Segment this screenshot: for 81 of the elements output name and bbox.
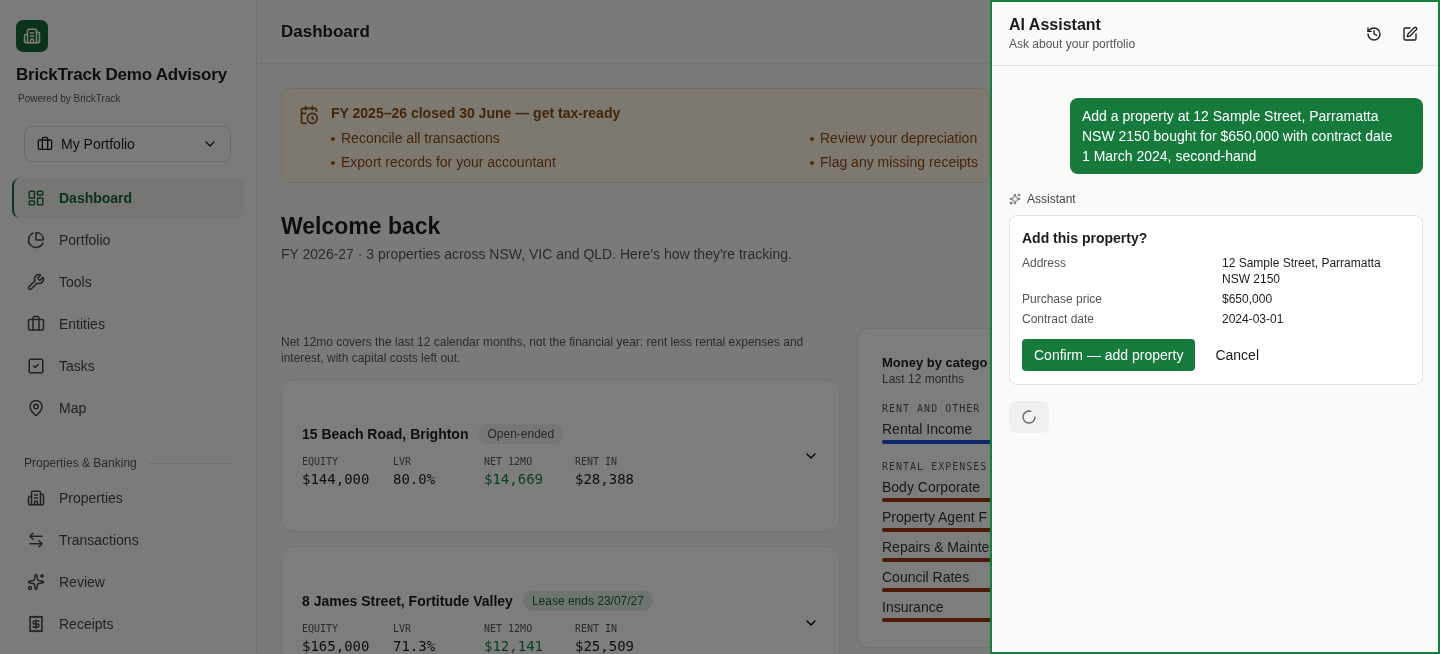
metric-label: EQUITY xyxy=(302,623,340,634)
nav-item[interactable]: Portfolio xyxy=(12,220,244,260)
building-logo-icon xyxy=(16,20,48,52)
metric-label: LVR xyxy=(393,623,413,634)
dashboard-icon xyxy=(27,189,45,207)
category-label: Body Corporate xyxy=(882,479,982,495)
nav-item[interactable]: Review xyxy=(12,562,244,602)
briefcase-icon xyxy=(27,315,45,333)
nav-item[interactable]: Tools xyxy=(12,262,244,302)
category-label: Insurance xyxy=(882,599,945,615)
metric-label: RENT IN xyxy=(575,456,619,467)
banner-title: FY 2025–26 closed 30 June — get tax-ready xyxy=(331,105,622,121)
metric-label: NET 12MO xyxy=(484,623,534,634)
field-label: Address xyxy=(1022,255,1068,272)
author-label: Assistant xyxy=(1027,192,1076,206)
banner-item: Flag any missing receipts xyxy=(810,154,978,170)
metric-label: EQUITY xyxy=(302,456,340,467)
category-label: Council Rates xyxy=(882,569,971,585)
wrench-icon xyxy=(27,273,45,291)
assistant-title: AI Assistant xyxy=(1009,16,1102,34)
metric-value: $144,000 xyxy=(302,471,371,487)
nav-item[interactable]: Tasks xyxy=(12,346,244,386)
category-label: Repairs & Mainte xyxy=(882,539,990,555)
checkbox-icon xyxy=(27,357,45,375)
user-message: Add a property at 12 Sample Street, Parramatta NSW 2150 bought for $650,000 with contract date 1 March 2024, second-hand xyxy=(1070,98,1423,174)
confirm-button[interactable]: Confirm — add property xyxy=(1022,339,1196,371)
sparkles-icon xyxy=(1009,193,1021,205)
metric-value: $25,509 xyxy=(575,638,635,654)
arrows-icon xyxy=(27,531,45,549)
metric-value: $12,141 xyxy=(484,638,544,654)
assistant-subtitle: Ask about your portfolio xyxy=(1009,37,1137,51)
nav-item[interactable]: Entities xyxy=(12,304,244,344)
portfolio-select[interactable]: My Portfolio xyxy=(24,126,231,162)
metric-value: $14,669 xyxy=(484,471,544,487)
welcome-heading: Welcome back xyxy=(281,213,442,240)
lease-badge: Lease ends 23/07/27 xyxy=(522,591,653,611)
metric-label: NET 12MO xyxy=(484,456,534,467)
category-label: Rental Income xyxy=(882,421,974,437)
lease-badge: Open-ended xyxy=(478,424,564,444)
page-title: Dashboard xyxy=(281,21,370,42)
map-pin-icon xyxy=(27,399,45,417)
field-value: $650,000 xyxy=(1222,291,1274,307)
loading-indicator xyxy=(1009,401,1049,433)
nav-item[interactable]: Transactions xyxy=(12,520,244,560)
metric-value: $28,388 xyxy=(575,471,635,487)
nav-item[interactable]: Dashboard xyxy=(12,178,244,218)
category-label: Property Agent F xyxy=(882,509,989,525)
welcome-subtitle: FY 2026-27 · 3 properties across NSW, VIC and QLD. Here's how they're tracking. xyxy=(281,246,793,262)
property-address: 15 Beach Road, Brighton xyxy=(302,426,469,442)
metric-value: 80.0% xyxy=(393,471,437,487)
pie-chart-icon xyxy=(27,231,45,249)
net-note: Net 12mo covers the last 12 calendar months, not the financial year: rent less rental expenses and interest, with capital costs left out. xyxy=(281,334,805,366)
field-value: 2024-03-01 xyxy=(1222,311,1285,327)
nav-item[interactable]: Receipts xyxy=(12,604,244,644)
field-label: Contract date xyxy=(1022,311,1096,327)
cancel-button[interactable]: Cancel xyxy=(1203,339,1271,371)
banner-item: Review your depreciation xyxy=(810,130,978,146)
metric-label: LVR xyxy=(393,456,413,467)
panel-title: Money by catego xyxy=(882,355,989,370)
powered-by-text: Powered by BrickTrack xyxy=(18,93,122,104)
briefcase-icon xyxy=(37,136,53,152)
metric-label: RENT IN xyxy=(575,623,619,634)
section-heading: Properties & Banking xyxy=(24,456,137,470)
banner-item: Export records for your accountant xyxy=(331,154,810,170)
nav-item[interactable]: Properties xyxy=(12,478,244,518)
group-heading: RENTAL EXPENSES xyxy=(882,461,989,472)
field-value: 12 Sample Street, Parramatta NSW 2150 xyxy=(1222,255,1382,287)
group-heading: RENT AND OTHER xyxy=(882,403,982,414)
metric-value: 71.3% xyxy=(393,638,437,654)
brand-name: BrickTrack Demo Advisory xyxy=(16,65,228,85)
panel-subtitle: Last 12 months xyxy=(882,372,966,386)
sparkles-icon xyxy=(27,573,45,591)
nav-item[interactable]: Map xyxy=(12,388,244,428)
banner-item: Reconcile all transactions xyxy=(331,130,810,146)
receipt-icon xyxy=(27,615,45,633)
field-label: Purchase price xyxy=(1022,291,1104,307)
card-title: Add this property? xyxy=(1022,230,1149,246)
property-address: 8 James Street, Fortitude Valley xyxy=(302,593,513,609)
building-icon xyxy=(27,489,45,507)
calendar-clock-icon xyxy=(299,105,319,125)
metric-value: $165,000 xyxy=(302,638,371,654)
